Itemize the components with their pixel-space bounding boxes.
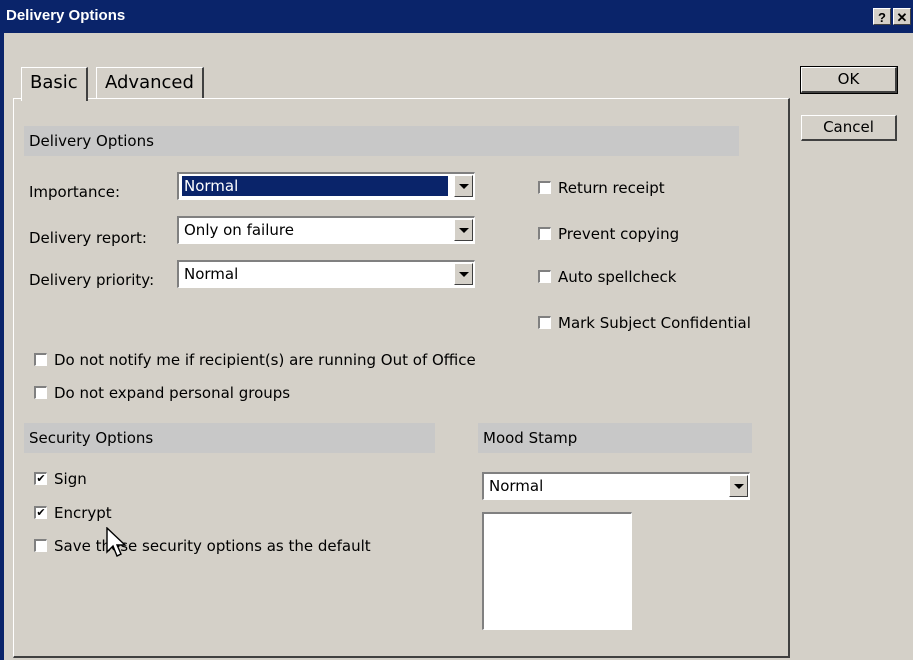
security-options-header: Security Options	[24, 423, 435, 453]
checkbox-box[interactable]	[34, 386, 47, 399]
chevron-down-icon[interactable]	[454, 263, 473, 285]
check-mark-icon: ✔	[36, 506, 46, 519]
checkbox-box[interactable]: ✔	[34, 472, 47, 485]
delivery-priority-label: Delivery priority:	[29, 271, 155, 289]
delivery-report-label: Delivery report:	[29, 229, 147, 247]
window-edge	[0, 33, 4, 660]
importance-label: Importance:	[29, 183, 121, 201]
delivery-priority-value: Normal	[184, 265, 239, 283]
save-security-default-label: Save these security options as the defau…	[54, 537, 371, 555]
checkbox-box[interactable]	[538, 227, 551, 240]
check-mark-icon: ✔	[36, 472, 46, 485]
delivery-report-value: Only on failure	[184, 221, 294, 239]
importance-value: Normal	[182, 176, 448, 196]
checkbox-box[interactable]	[538, 181, 551, 194]
mood-stamp-header: Mood Stamp	[478, 423, 752, 453]
mouse-cursor-icon	[106, 527, 127, 557]
mood-stamp-select[interactable]: Normal	[482, 472, 750, 500]
tab-advanced[interactable]: Advanced	[96, 67, 204, 99]
delivery-priority-select[interactable]: Normal	[177, 260, 475, 288]
return-receipt-label: Return receipt	[558, 179, 665, 197]
checkbox-box[interactable]	[538, 270, 551, 283]
mark-subject-confidential-label: Mark Subject Confidential	[558, 314, 751, 332]
sign-label: Sign	[54, 470, 87, 488]
no-notify-ooo-label: Do not notify me if recipient(s) are run…	[54, 351, 476, 369]
prevent-copying-label: Prevent copying	[558, 225, 680, 243]
checkbox-box[interactable]	[538, 316, 551, 329]
encrypt-label: Encrypt	[54, 504, 112, 522]
checkbox-box[interactable]	[34, 539, 47, 552]
ok-button[interactable]: OK	[800, 66, 898, 94]
delivery-options-header: Delivery Options	[24, 126, 739, 156]
window-title: Delivery Options	[6, 7, 126, 24]
help-button[interactable]: ?	[873, 8, 891, 25]
importance-select[interactable]: Normal	[177, 172, 475, 200]
close-button[interactable]: ✕	[893, 8, 911, 25]
tab-basic[interactable]: Basic	[21, 67, 88, 101]
chevron-down-icon[interactable]	[729, 475, 748, 497]
mood-stamp-preview	[482, 512, 632, 630]
no-expand-groups-label: Do not expand personal groups	[54, 384, 291, 402]
chevron-down-icon[interactable]	[454, 219, 473, 241]
title-bar: Delivery Options ? ✕	[0, 0, 913, 33]
checkbox-box[interactable]: ✔	[34, 506, 47, 519]
checkbox-box[interactable]	[34, 353, 47, 366]
auto-spellcheck-label: Auto spellcheck	[558, 268, 677, 286]
cancel-button[interactable]: Cancel	[801, 115, 897, 141]
chevron-down-icon[interactable]	[454, 175, 473, 197]
mood-stamp-value: Normal	[489, 477, 544, 495]
delivery-report-select[interactable]: Only on failure	[177, 216, 475, 244]
